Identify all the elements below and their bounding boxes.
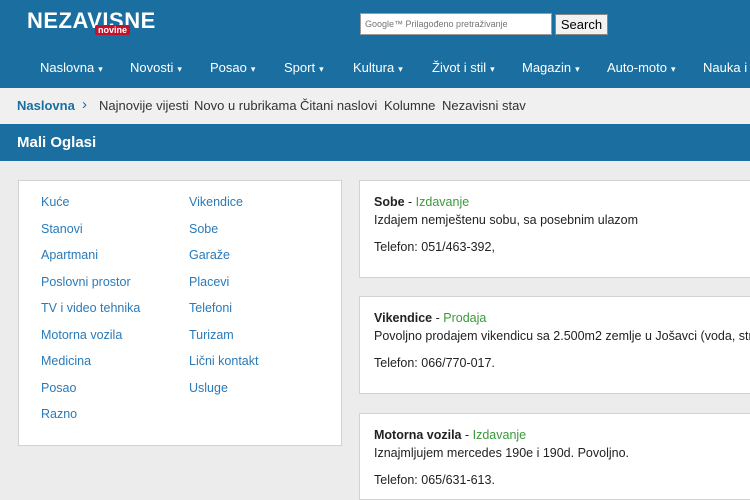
ad-separator: -	[461, 428, 473, 442]
breadcrumb-link[interactable]: Čitani naslovi	[300, 98, 377, 113]
ad-phone: Telefon: 066/770-017.	[374, 356, 495, 370]
ad-heading: Motorna vozila - Izdavanje	[374, 428, 526, 442]
nav-label: Auto-moto	[607, 60, 667, 75]
nav-item-nauka[interactable]: Nauka i t	[703, 60, 750, 75]
category-link[interactable]: Garaže	[189, 248, 230, 262]
site-header: NEZAVISNE novine Search	[0, 0, 750, 48]
ad-phone: Telefon: 065/631-613.	[374, 473, 495, 487]
ad-type: Izdavanje	[472, 428, 527, 442]
category-link[interactable]: Usluge	[189, 381, 228, 395]
category-link[interactable]: Placevi	[189, 275, 229, 289]
category-link[interactable]: Turizam	[189, 328, 234, 342]
nav-label: Nauka i t	[703, 60, 750, 75]
nav-label: Naslovna	[40, 60, 95, 75]
ad-card: Sobe - Izdavanje Izdajem nemještenu sobu…	[359, 180, 750, 278]
category-link[interactable]: Motorna vozila	[41, 328, 122, 342]
category-link[interactable]: Medicina	[41, 354, 91, 368]
search-button[interactable]: Search	[555, 14, 608, 35]
ad-phone: Telefon: 051/463-392,	[374, 240, 495, 254]
site-logo-sub: novine	[95, 25, 131, 35]
ad-heading: Vikendice - Prodaja	[374, 311, 486, 325]
category-link[interactable]: Stanovi	[41, 222, 83, 236]
ad-type: Izdavanje	[415, 195, 470, 209]
nav-label: Sport	[284, 60, 316, 75]
nav-item-naslovna[interactable]: Naslovna ▾	[40, 60, 103, 75]
nav-label: Kultura	[353, 60, 395, 75]
nav-item-kultura[interactable]: Kultura ▾	[353, 60, 403, 75]
breadcrumb-home[interactable]: Naslovna	[17, 98, 75, 113]
ad-card: Vikendice - Prodaja Povoljno prodajem vi…	[359, 296, 750, 394]
ad-category: Motorna vozila	[374, 428, 462, 442]
category-link[interactable]: TV i video tehnika	[41, 301, 140, 315]
nav-label: Posao	[210, 60, 247, 75]
category-link[interactable]: Kuće	[41, 195, 70, 209]
nav-label: Magazin	[522, 60, 572, 75]
ad-category: Vikendice	[374, 311, 433, 325]
breadcrumb-link[interactable]: Novo u rubrikama	[194, 98, 297, 113]
breadcrumb-link[interactable]: Kolumne	[384, 98, 435, 113]
nav-item-zivot-i-stil[interactable]: Život i stil ▾	[432, 60, 495, 75]
chevron-down-icon: ▾	[177, 64, 182, 74]
section-header: Mali Oglasi	[0, 124, 750, 161]
search-box[interactable]	[360, 13, 552, 35]
ad-separator: -	[404, 195, 416, 209]
ad-card: Motorna vozila - Izdavanje Iznajmljujem …	[359, 413, 750, 500]
chevron-down-icon: ▾	[398, 64, 403, 74]
chevron-down-icon: ▾	[575, 64, 580, 74]
category-link[interactable]: Apartmani	[41, 248, 98, 262]
nav-label: Život i stil	[432, 60, 487, 75]
category-link[interactable]: Vikendice	[189, 195, 243, 209]
breadcrumb: Naslovna › Najnovije vijesti Novo u rubr…	[0, 88, 750, 124]
search-input[interactable]	[361, 14, 551, 34]
nav-item-auto-moto[interactable]: Auto-moto ▾	[607, 60, 676, 75]
category-link[interactable]: Lični kontakt	[189, 354, 258, 368]
category-link[interactable]: Sobe	[189, 222, 218, 236]
nav-item-novosti[interactable]: Novosti ▾	[130, 60, 182, 75]
category-link[interactable]: Posao	[41, 381, 76, 395]
breadcrumb-link[interactable]: Nezavisni stav	[442, 98, 526, 113]
ad-text: Povoljno prodajem vikendicu sa 2.500m2 z…	[374, 329, 750, 343]
category-link[interactable]: Razno	[41, 407, 77, 421]
ad-type: Prodaja	[443, 311, 487, 325]
nav-item-posao[interactable]: Posao ▾	[210, 60, 255, 75]
breadcrumb-link[interactable]: Najnovije vijesti	[99, 98, 189, 113]
chevron-down-icon: ▾	[490, 64, 495, 74]
ad-separator: -	[432, 311, 444, 325]
category-panel: Kuće Stanovi Apartmani Poslovni prostor …	[18, 180, 342, 446]
ad-text: Izdajem nemještenu sobu, sa posebnim ula…	[374, 213, 639, 227]
ad-heading: Sobe - Izdavanje	[374, 195, 469, 209]
chevron-right-icon: ›	[82, 96, 87, 113]
ad-category: Sobe	[374, 195, 405, 209]
ad-text: Iznajmljujem mercedes 190e i 190d. Povol…	[374, 446, 629, 460]
category-link[interactable]: Telefoni	[189, 301, 232, 315]
chevron-down-icon: ▾	[319, 64, 324, 74]
main-nav: Naslovna ▾ Novosti ▾ Posao ▾ Sport ▾ Kultura…	[0, 48, 750, 88]
site-logo[interactable]: NEZAVISNE	[27, 8, 156, 34]
chevron-down-icon: ▾	[250, 64, 256, 74]
nav-label: Novosti	[130, 60, 174, 75]
chevron-down-icon: ▾	[670, 64, 676, 74]
nav-item-magazin[interactable]: Magazin ▾	[522, 60, 580, 75]
category-link[interactable]: Poslovni prostor	[41, 275, 131, 289]
page-title: Mali Oglasi	[17, 134, 97, 151]
chevron-down-icon: ▾	[98, 64, 103, 74]
nav-item-sport[interactable]: Sport ▾	[284, 60, 324, 75]
